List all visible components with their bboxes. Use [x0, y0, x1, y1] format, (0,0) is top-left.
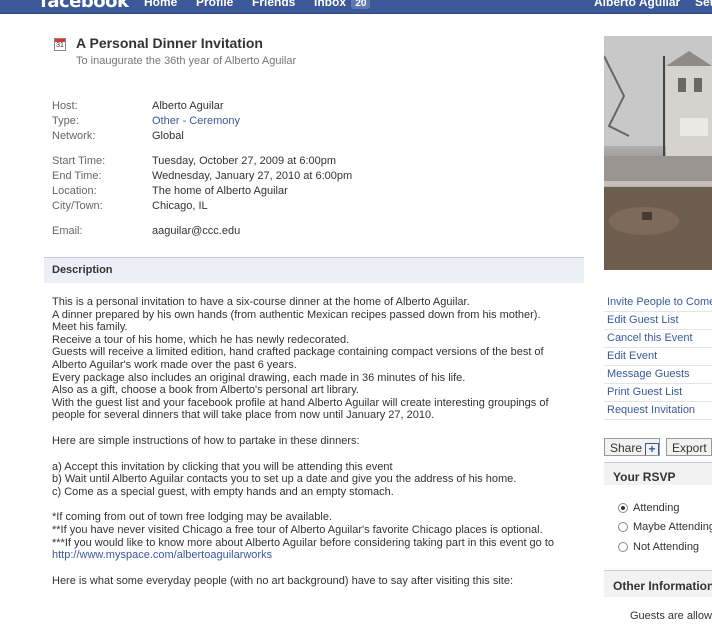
- edit-guest-list-link[interactable]: Edit Guest List: [604, 312, 712, 330]
- nav-settings[interactable]: Set: [695, 0, 712, 9]
- description-header: Description: [44, 257, 584, 283]
- rsvp-option-label: Attending: [633, 502, 680, 514]
- other-information-text: Guests are allowed: [630, 610, 712, 622]
- description-line: Receive a tour of his home, which he has…: [52, 333, 350, 346]
- description-line: Also as a gift, choose a book from Alber…: [52, 384, 359, 397]
- instruction-step: a) Accept this invitation by clicking th…: [52, 460, 393, 473]
- type-link-other[interactable]: Other: [152, 115, 180, 127]
- rsvp-option-label: Maybe Attending: [633, 521, 712, 533]
- myspace-link[interactable]: http://www.myspace.com/albertoaguilarwor…: [52, 549, 272, 561]
- end-time-value: Wednesday, January 27, 2010 at 6:00pm: [152, 170, 353, 182]
- other-information-title: Other Information: [604, 571, 712, 597]
- inbox-count-badge: 20: [351, 0, 371, 9]
- email-label: Email:: [52, 225, 83, 237]
- description-line: A dinner prepared by his own hands (from…: [52, 308, 541, 321]
- rsvp-option-maybe[interactable]: Maybe Attending: [618, 521, 712, 533]
- nav-user-name[interactable]: Alberto Aguilar: [594, 0, 680, 9]
- city-label: City/Town:: [52, 200, 103, 212]
- facebook-logo[interactable]: facebook: [40, 0, 129, 12]
- host-label: Host:: [52, 100, 78, 112]
- event-photo[interactable]: [604, 36, 712, 270]
- event-actions-list: Invite People to Come Edit Guest List Ca…: [604, 294, 712, 420]
- event-photo-image: [604, 36, 712, 270]
- calendar-icon: 31: [54, 38, 66, 51]
- note-more-info: ***If you would like to know more about …: [52, 537, 574, 562]
- edit-event-link[interactable]: Edit Event: [604, 348, 712, 366]
- description-line: This is a personal invitation to have a …: [52, 296, 470, 308]
- nav-profile[interactable]: Profile: [196, 0, 233, 9]
- note-tour: **If you have never visited Chicago a fr…: [52, 523, 543, 536]
- description-body: This is a personal invitation to have a …: [52, 296, 574, 587]
- print-guest-list-link[interactable]: Print Guest List: [604, 384, 712, 402]
- network-label: Network:: [52, 130, 96, 142]
- instruction-step: c) Come as a special guest, with empty h…: [52, 485, 394, 498]
- instruction-step: b) Wait until Alberto Aguilar contacts y…: [52, 473, 517, 486]
- export-button-label: Export: [672, 441, 707, 455]
- note-lodging: *If coming from out of town free lodging…: [52, 511, 333, 524]
- location-value: The home of Alberto Aguilar: [152, 185, 288, 197]
- event-subtitle: To inaugurate the 36th year of Alberto A…: [76, 55, 297, 67]
- description-line: Meet his family.: [52, 321, 128, 334]
- network-value: Global: [152, 130, 184, 142]
- note-more-info-text: ***If you would like to know more about …: [52, 536, 555, 549]
- instructions-intro: Here are simple instructions of how to p…: [52, 434, 360, 447]
- nav-inbox[interactable]: Inbox 20: [314, 0, 371, 9]
- request-invitation-link[interactable]: Request Invitation: [604, 402, 712, 420]
- rsvp-box: Your RSVP Attending Maybe Attending Not …: [604, 462, 712, 568]
- closing-line: Here is what some everyday people (with …: [52, 574, 514, 587]
- nav-inbox-label: Inbox: [314, 0, 346, 9]
- radio-icon[interactable]: [618, 522, 628, 532]
- email-link[interactable]: aaguilar@ccc.edu: [152, 225, 240, 237]
- plus-icon: +: [645, 443, 659, 455]
- invite-people-link[interactable]: Invite People to Come: [604, 294, 712, 312]
- cancel-event-link[interactable]: Cancel this Event: [604, 330, 712, 348]
- calendar-icon-day: 31: [56, 42, 64, 49]
- start-time-value: Tuesday, October 27, 2009 at 6:00pm: [152, 155, 337, 167]
- type-separator: -: [179, 115, 190, 127]
- host-value: Alberto Aguilar: [152, 100, 224, 112]
- type-label: Type:: [52, 115, 79, 127]
- description-line: Every package also includes an original …: [52, 371, 466, 384]
- export-button[interactable]: Export: [666, 438, 712, 456]
- message-guests-link[interactable]: Message Guests: [604, 366, 712, 384]
- radio-icon[interactable]: [618, 542, 628, 552]
- rsvp-option-attending[interactable]: Attending: [618, 502, 679, 514]
- start-time-label: Start Time:: [52, 155, 106, 167]
- type-link-ceremony[interactable]: Ceremony: [189, 115, 240, 127]
- rsvp-title: Your RSVP: [604, 463, 712, 485]
- rsvp-option-label: Not Attending: [633, 541, 700, 553]
- description-line: With the guest list and your facebook pr…: [52, 396, 549, 422]
- rsvp-option-not-attending[interactable]: Not Attending: [618, 541, 699, 553]
- nav-home[interactable]: Home: [144, 0, 177, 9]
- city-value: Chicago, IL: [152, 200, 208, 212]
- type-value: Other - Ceremony: [152, 115, 240, 127]
- end-time-label: End Time:: [52, 170, 102, 182]
- location-label: Location:: [52, 185, 97, 197]
- top-navigation-bar: facebook Home Profile Friends Inbox 20 A…: [0, 0, 712, 14]
- event-title: A Personal Dinner Invitation: [76, 35, 263, 51]
- radio-selected-icon[interactable]: [618, 503, 628, 513]
- nav-friends[interactable]: Friends: [252, 0, 295, 9]
- share-button[interactable]: Share +: [604, 438, 660, 456]
- share-button-label: Share: [610, 441, 643, 455]
- description-line: Guests will receive a limited edition, h…: [52, 346, 544, 371]
- other-information-box: Other Information: [604, 570, 712, 597]
